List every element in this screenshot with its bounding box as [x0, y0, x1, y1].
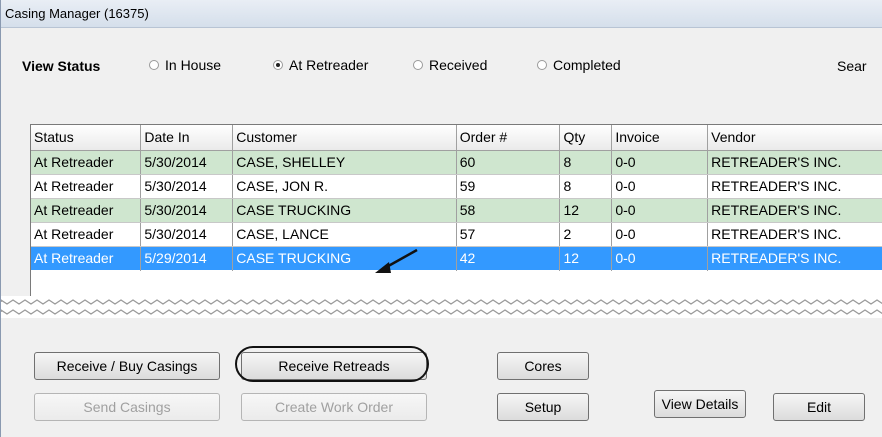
cell-order: 57 — [456, 222, 561, 247]
cell-status: At Retreader — [31, 174, 142, 199]
radio-received[interactable]: Received — [413, 57, 487, 73]
cell-status: At Retreader — [31, 246, 142, 271]
edit-button[interactable]: Edit — [773, 393, 865, 421]
cell-customer: CASE, JON R. — [232, 174, 457, 199]
view-details-button[interactable]: View Details — [654, 390, 746, 418]
column-header-status[interactable]: Status — [31, 125, 142, 151]
cell-date-in: 5/30/2014 — [140, 198, 234, 223]
cell-invoice: 0-0 — [611, 174, 709, 199]
cell-customer: CASE, SHELLEY — [232, 150, 457, 175]
highlight-ellipse — [235, 346, 429, 382]
cell-qty: 2 — [559, 222, 613, 247]
search-label: Sear — [837, 58, 867, 74]
cell-invoice: 0-0 — [611, 246, 709, 271]
cell-order: 42 — [456, 246, 561, 271]
cell-invoice: 0-0 — [611, 222, 709, 247]
torn-edge-divider — [1, 296, 882, 318]
cell-vendor: RETREADER'S INC. — [707, 150, 882, 175]
cell-customer: CASE TRUCKING — [232, 198, 457, 223]
grid-header-row: Status Date In Customer Order # Qty Invo… — [31, 125, 882, 151]
send-casings-button[interactable]: Send Casings — [34, 393, 220, 421]
radio-at-retreader[interactable]: At Retreader — [273, 57, 368, 73]
cell-customer: CASE TRUCKING — [232, 246, 457, 271]
annotation-arrow-icon — [375, 248, 418, 273]
cell-vendor: RETREADER'S INC. — [707, 174, 882, 199]
cell-vendor: RETREADER'S INC. — [707, 246, 882, 271]
table-row[interactable]: At Retreader 5/30/2014 CASE, SHELLEY 60 … — [31, 150, 882, 175]
radio-completed[interactable]: Completed — [537, 57, 621, 73]
cell-date-in: 5/30/2014 — [140, 174, 234, 199]
radio-circle-icon — [149, 60, 159, 70]
cell-invoice: 0-0 — [611, 198, 709, 223]
radio-circle-icon — [537, 60, 547, 70]
window-title: Casing Manager (16375) — [5, 6, 149, 21]
radio-circle-icon — [413, 60, 423, 70]
table-row-selected[interactable]: At Retreader 5/29/2014 CASE TRUCKING 42 … — [31, 246, 882, 271]
cell-date-in: 5/29/2014 — [140, 246, 234, 271]
cell-vendor: RETREADER'S INC. — [707, 222, 882, 247]
casings-grid[interactable]: Status Date In Customer Order # Qty Invo… — [30, 124, 882, 304]
cell-qty: 8 — [559, 174, 613, 199]
view-status-label: View Status — [22, 58, 101, 74]
cell-date-in: 5/30/2014 — [140, 150, 234, 175]
cell-qty: 12 — [559, 246, 613, 271]
setup-button[interactable]: Setup — [497, 393, 589, 421]
radio-in-house[interactable]: In House — [149, 57, 221, 73]
cores-button[interactable]: Cores — [497, 352, 589, 380]
cell-vendor: RETREADER'S INC. — [707, 198, 882, 223]
cell-customer: CASE, LANCE — [232, 222, 457, 247]
title-bar: Casing Manager (16375) — [1, 0, 882, 28]
table-row[interactable]: At Retreader 5/30/2014 CASE, LANCE 57 2 … — [31, 222, 882, 247]
radio-selected-icon — [273, 60, 283, 70]
cell-order: 60 — [456, 150, 561, 175]
cell-qty: 8 — [559, 150, 613, 175]
column-header-vendor[interactable]: Vendor — [707, 125, 882, 151]
cell-status: At Retreader — [31, 222, 142, 247]
cell-qty: 12 — [559, 198, 613, 223]
cell-status: At Retreader — [31, 150, 142, 175]
column-header-order[interactable]: Order # — [456, 125, 561, 151]
column-header-invoice[interactable]: Invoice — [611, 125, 709, 151]
cell-invoice: 0-0 — [611, 150, 709, 175]
cell-order: 58 — [456, 198, 561, 223]
cell-date-in: 5/30/2014 — [140, 222, 234, 247]
casing-manager-window: Casing Manager (16375) View Status In Ho… — [0, 0, 882, 437]
cell-order: 59 — [456, 174, 561, 199]
cell-status: At Retreader — [31, 198, 142, 223]
column-header-customer[interactable]: Customer — [232, 125, 457, 151]
receive-buy-casings-button[interactable]: Receive / Buy Casings — [34, 352, 220, 380]
table-row[interactable]: At Retreader 5/30/2014 CASE TRUCKING 58 … — [31, 198, 882, 223]
create-work-order-button[interactable]: Create Work Order — [241, 393, 427, 421]
column-header-qty[interactable]: Qty — [559, 125, 613, 151]
column-header-date-in[interactable]: Date In — [140, 125, 234, 151]
table-row[interactable]: At Retreader 5/30/2014 CASE, JON R. 59 8… — [31, 174, 882, 199]
